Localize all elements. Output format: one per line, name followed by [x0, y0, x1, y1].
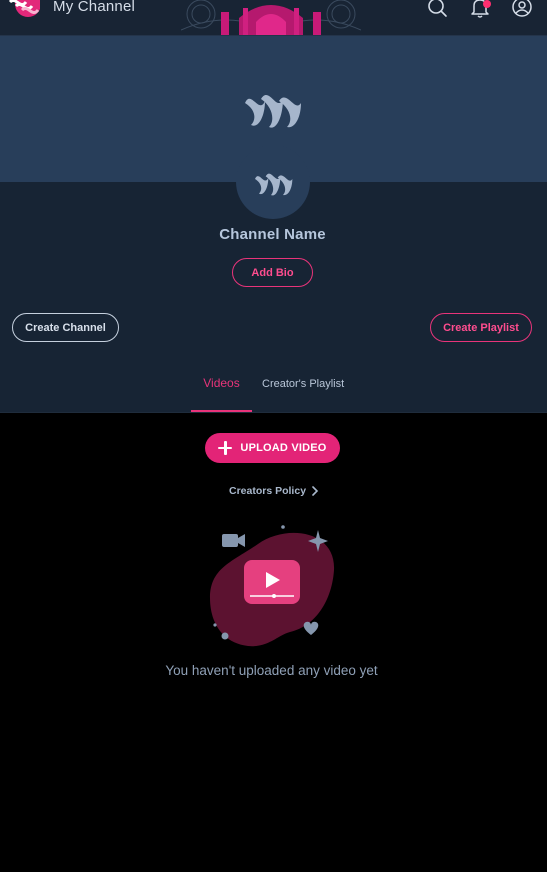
channel-name: Channel Name: [219, 226, 326, 243]
empty-videos-illustration: [210, 525, 335, 647]
tab-divider: [0, 412, 547, 413]
upload-video-button[interactable]: UPLOAD VIDEO: [205, 433, 340, 463]
app-logo[interactable]: [6, 0, 40, 20]
creators-policy-link[interactable]: Creators Policy: [229, 485, 320, 497]
top-bar: My Channel: [0, 0, 547, 36]
tab-videos[interactable]: Videos: [191, 376, 252, 390]
tab-creators-playlist[interactable]: Creator's Playlist: [262, 378, 344, 390]
cover-logo-icon: [245, 94, 301, 128]
chevron-right-icon: [312, 486, 319, 496]
add-bio-button[interactable]: Add Bio: [232, 258, 313, 287]
festival-banner-image: [181, 0, 361, 35]
search-icon[interactable]: [426, 0, 448, 19]
page-title: My Channel: [53, 0, 136, 15]
notification-badge: [483, 0, 491, 8]
avatar-logo-icon: [255, 173, 293, 196]
upload-video-label: UPLOAD VIDEO: [240, 442, 327, 454]
create-playlist-button[interactable]: Create Playlist: [430, 313, 532, 342]
plus-icon: [218, 441, 233, 455]
create-channel-button[interactable]: Create Channel: [12, 313, 119, 342]
creators-policy-label: Creators Policy: [229, 485, 307, 497]
user-icon[interactable]: [511, 0, 533, 19]
channel-avatar[interactable]: [236, 145, 310, 219]
empty-state-message: You haven't uploaded any video yet: [165, 663, 378, 678]
